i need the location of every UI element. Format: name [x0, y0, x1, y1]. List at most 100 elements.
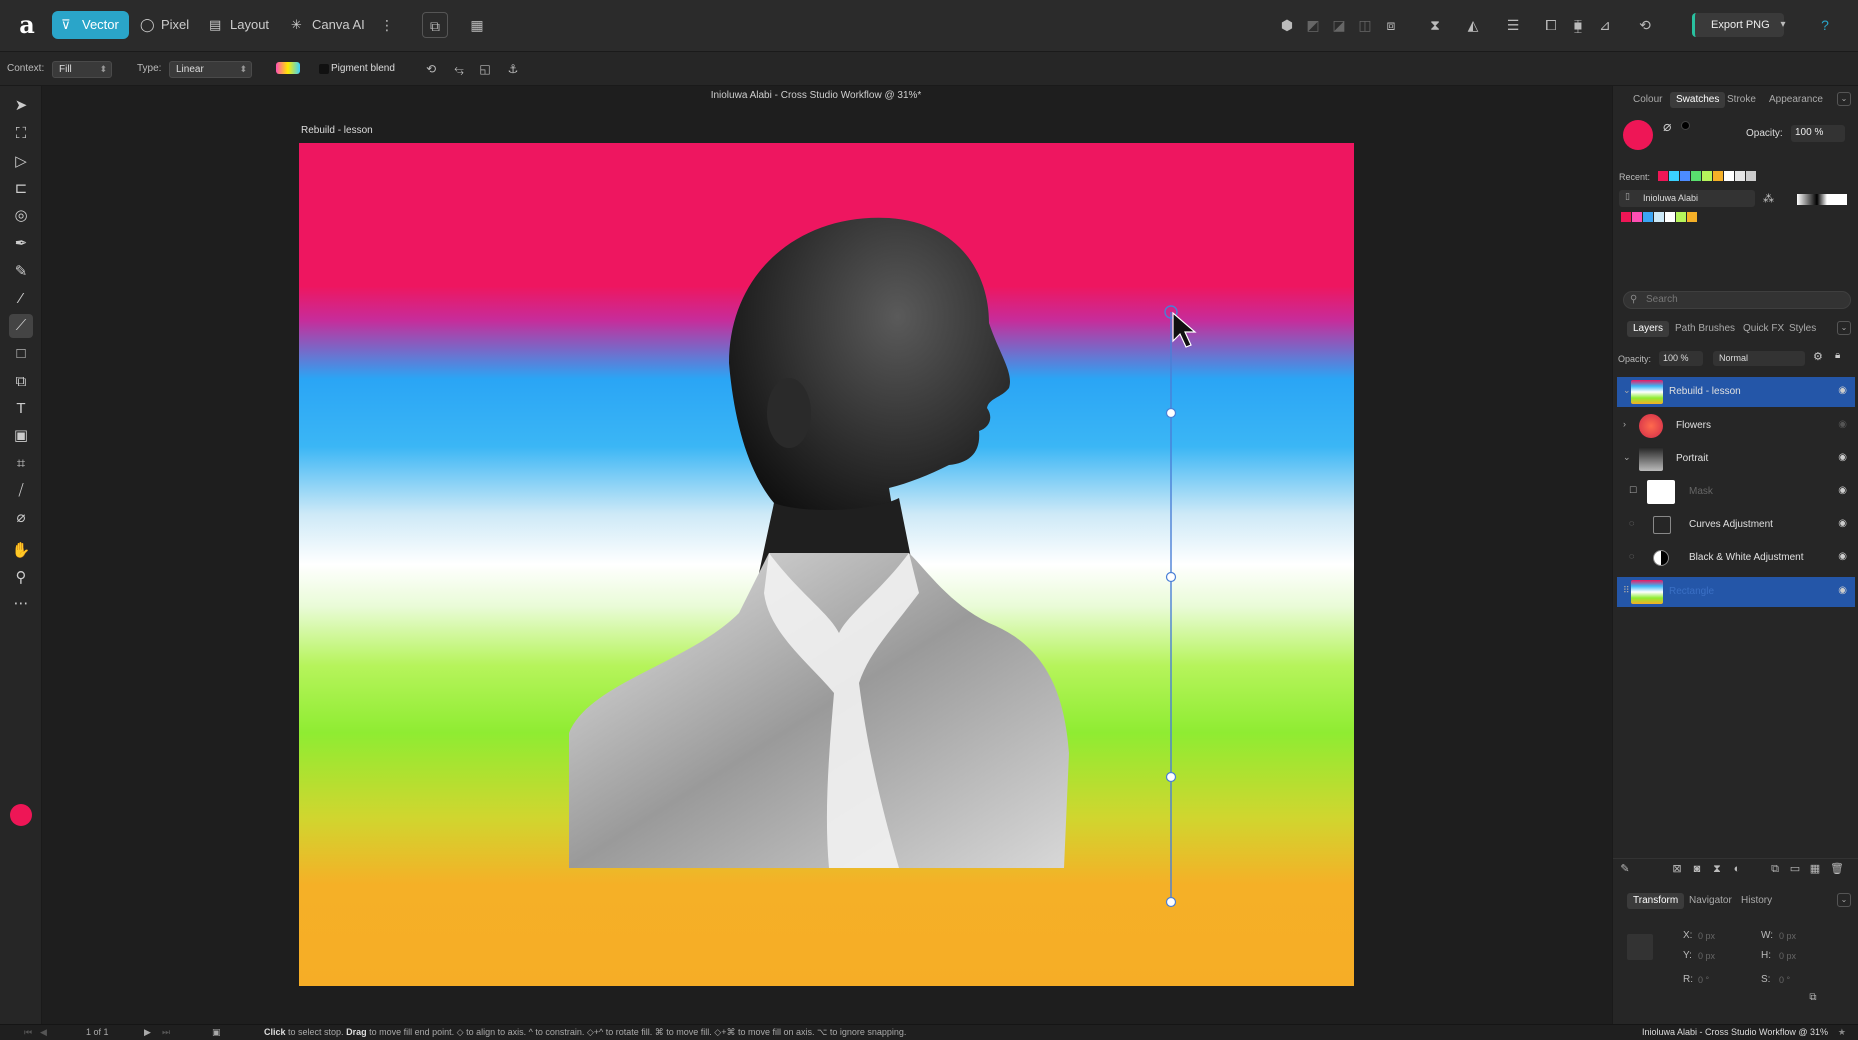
r-input[interactable]: 0 °	[1698, 975, 1709, 985]
transparency-tool-icon[interactable]: ⧸	[9, 479, 33, 503]
align-icon[interactable]: ☰	[1500, 12, 1526, 38]
pencil-tool-icon[interactable]: ✎	[9, 260, 33, 284]
more-tools-icon[interactable]: ⋯	[9, 592, 33, 616]
more-options-icon[interactable]: ⋮	[374, 12, 400, 38]
color-swatch[interactable]	[1691, 171, 1701, 181]
aspect-icon[interactable]: ◱	[472, 56, 498, 82]
color-swatch[interactable]	[1665, 212, 1675, 222]
canva-ai-persona-button[interactable]: ✳ Canva AI	[282, 11, 375, 39]
adjustment-toggle-icon[interactable]: ◌	[1629, 551, 1634, 561]
color-swatch[interactable]	[1676, 212, 1686, 222]
move-tool-icon[interactable]: ➤	[9, 94, 33, 118]
vector-persona-button[interactable]: ⊽ Vector	[52, 11, 129, 39]
edit-layer-icon[interactable]: ✎	[1615, 859, 1635, 879]
color-swatch[interactable]	[1654, 212, 1664, 222]
layer-row-flowers[interactable]: › Flowers ◉	[1617, 411, 1855, 441]
current-fill-swatch[interactable]	[1623, 120, 1653, 150]
h-input[interactable]: 0 px	[1779, 951, 1796, 961]
transform-origin-icon[interactable]: ⧉	[1803, 990, 1823, 1006]
last-page-icon[interactable]: ⏭	[162, 1027, 170, 1038]
tab-history[interactable]: History	[1735, 893, 1778, 909]
color-swatch[interactable]	[1713, 171, 1723, 181]
layer-settings-gear-icon[interactable]: ⚙	[1813, 350, 1823, 363]
visibility-eye-icon[interactable]: ◉	[1838, 452, 1847, 463]
gray-swatches[interactable]	[1797, 194, 1847, 205]
reverse-fill-icon[interactable]: ⟲	[418, 56, 444, 82]
eyedropper-icon[interactable]: ⌀	[1663, 118, 1671, 135]
boolean-intersect-icon[interactable]: ◫	[1352, 12, 1378, 38]
layer-opacity-input[interactable]: 100 %	[1659, 351, 1703, 366]
lock-icon[interactable]: 🔒︎	[1835, 350, 1840, 361]
shape-builder-icon[interactable]: ◎	[9, 204, 33, 228]
palette-select[interactable]: ▯ Inioluwa Alabi	[1619, 190, 1755, 207]
duplicate-layer-icon[interactable]: ⧉	[1765, 859, 1785, 879]
layer-expand-icon[interactable]: ⌄	[1623, 385, 1631, 396]
color-swatch[interactable]	[1746, 171, 1756, 181]
visibility-eye-icon[interactable]: ◉	[1838, 419, 1847, 430]
blend-mode-select[interactable]: Normal	[1713, 351, 1805, 366]
w-input[interactable]: 0 px	[1779, 931, 1796, 941]
layers-menu-chevron-icon[interactable]: ⌄	[1837, 321, 1851, 335]
color-swatch[interactable]	[1680, 171, 1690, 181]
pixel-persona-button[interactable]: ◯ Pixel	[131, 11, 199, 39]
stroke-swatch[interactable]	[1681, 121, 1690, 130]
color-swatch[interactable]	[1735, 171, 1745, 181]
panel-menu-chevron-icon[interactable]: ⌄	[1837, 92, 1851, 106]
adjustment-toggle-icon[interactable]: ◌	[1629, 518, 1634, 528]
group-icon[interactable]: ▭	[1785, 859, 1805, 879]
live-filter-icon[interactable]: ◐	[1727, 859, 1747, 879]
hand-tool-icon[interactable]: ✋	[9, 539, 33, 563]
text-tool-icon[interactable]: T	[9, 397, 33, 421]
play-icon[interactable]: ▶	[144, 1027, 151, 1038]
boolean-add-icon[interactable]: ◩	[1300, 12, 1326, 38]
visibility-eye-icon[interactable]: ◉	[1838, 485, 1847, 496]
color-swatch[interactable]	[1621, 212, 1631, 222]
pigment-blend-checkbox[interactable]	[319, 64, 329, 74]
pixel-layer-icon[interactable]: ▦	[1805, 859, 1825, 879]
star-icon[interactable]: ★	[1838, 1027, 1846, 1038]
swatch-search-input[interactable]: ⚲ Search	[1623, 291, 1851, 309]
layer-row-rectangle[interactable]: ⠿ Rectangle ◉	[1617, 577, 1855, 607]
y-input[interactable]: 0 px	[1698, 951, 1715, 961]
corner-tool-icon[interactable]: ⊏	[9, 177, 33, 201]
tab-layers[interactable]: Layers	[1627, 321, 1670, 337]
arrange-icon[interactable]: ⧠	[1538, 12, 1564, 38]
s-input[interactable]: 0 °	[1779, 975, 1790, 985]
layer-row-black-white-adjustment[interactable]: ◌ Black & White Adjustment ◉	[1617, 543, 1855, 573]
layer-row-mask[interactable]: ☐ Mask ◉	[1617, 477, 1855, 507]
color-swatch[interactable]	[1658, 171, 1668, 181]
color-picker-icon[interactable]: ⌀	[9, 506, 33, 530]
x-input[interactable]: 0 px	[1698, 931, 1715, 941]
color-swatch[interactable]	[1632, 212, 1642, 222]
visibility-eye-icon[interactable]: ◉	[1838, 385, 1847, 396]
tab-appearance[interactable]: Appearance	[1763, 92, 1829, 108]
anchor-point-selector[interactable]	[1627, 934, 1653, 960]
color-swatch[interactable]	[1702, 171, 1712, 181]
visibility-eye-icon[interactable]: ◉	[1838, 551, 1847, 562]
transform-menu-chevron-icon[interactable]: ⌄	[1837, 893, 1851, 907]
affinity-logo-icon[interactable]: a	[14, 12, 40, 38]
snap-magnet-icon[interactable]: ⟲	[1632, 12, 1658, 38]
anchor-icon[interactable]: ⚓	[500, 56, 526, 82]
transform-icon[interactable]: ⧗	[1422, 12, 1448, 38]
export-dropdown-chevron-icon[interactable]: ▾	[1770, 12, 1796, 38]
rectangle-tool-icon[interactable]: □	[9, 342, 33, 366]
first-page-icon[interactable]: ⏮	[24, 1027, 32, 1038]
crop-tool-icon[interactable]: ⌗	[9, 452, 33, 476]
snapping-icon[interactable]: ⧯	[1565, 12, 1591, 38]
color-swatch[interactable]	[1724, 171, 1734, 181]
colour-opacity-input[interactable]: 100 %	[1791, 125, 1845, 142]
tab-colour[interactable]: Colour	[1627, 92, 1668, 108]
tab-transform[interactable]: Transform	[1627, 893, 1685, 909]
geometry-icon[interactable]: ⊿	[1592, 12, 1618, 38]
boolean-subtract-icon[interactable]: ◪	[1326, 12, 1352, 38]
grid-icon[interactable]: ▦	[464, 12, 490, 38]
mask-checkbox[interactable]: ☐	[1629, 485, 1637, 496]
layer-expand-icon[interactable]: ›	[1623, 419, 1626, 429]
layout-persona-button[interactable]: ▤ Layout	[200, 11, 279, 39]
palette-options-icon[interactable]: ⁂	[1763, 192, 1774, 205]
artboard[interactable]	[299, 143, 1354, 986]
vector-brush-icon[interactable]: ⁄	[9, 287, 33, 311]
gradient-fill-handle[interactable]	[299, 143, 1354, 986]
tab-navigator[interactable]: Navigator	[1683, 893, 1738, 909]
